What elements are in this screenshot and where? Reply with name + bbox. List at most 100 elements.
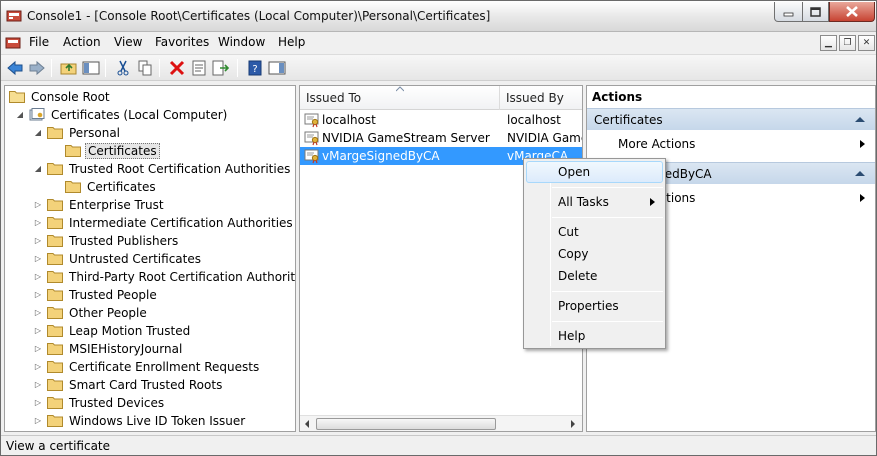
cut-button[interactable] (113, 58, 133, 78)
tree-item[interactable]: ▷ Enterprise Trust (33, 196, 166, 213)
maximize-button[interactable] (802, 2, 829, 22)
up-one-level-button[interactable] (59, 58, 79, 78)
context-properties[interactable]: Properties (526, 295, 663, 317)
tree-item-label: Console Root (31, 89, 110, 104)
menu-view[interactable]: View (114, 35, 142, 49)
collapse-up-icon[interactable] (855, 117, 865, 122)
minimize-button[interactable] (774, 2, 803, 22)
tree-item[interactable]: Certificates (51, 178, 158, 195)
collapse-up-icon[interactable] (855, 171, 865, 176)
expanded-triangle-icon[interactable]: ◢ (33, 164, 43, 174)
mdi-close-button[interactable]: ✕ (858, 35, 875, 51)
collapsed-triangle-icon[interactable]: ▷ (33, 380, 43, 390)
mdi-minimize-button[interactable]: ▁ (820, 35, 837, 51)
action-more-actions[interactable]: More Actions (587, 133, 875, 155)
expanded-triangle-icon[interactable]: ◢ (33, 128, 43, 138)
folder-icon (47, 126, 63, 139)
folder-icon (65, 144, 81, 157)
column-header-issued-by[interactable]: Issued By (500, 86, 582, 110)
tree-item[interactable]: ▷ Leap Motion Trusted (33, 322, 192, 339)
status-text: View a certificate (6, 439, 111, 453)
tree-item[interactable]: ◢ Certificates (Local Computer) (15, 106, 229, 123)
export-list-button[interactable] (211, 58, 231, 78)
close-button[interactable] (829, 2, 875, 22)
certificate-row[interactable]: NVIDIA GameStream Server NVIDIA GameS (300, 129, 582, 147)
forward-button[interactable] (27, 58, 47, 78)
tree-item-label: Leap Motion Trusted (69, 323, 191, 338)
copy-button[interactable] (135, 58, 155, 78)
folder-icon (47, 378, 63, 391)
context-cut[interactable]: Cut (526, 221, 663, 243)
context-copy[interactable]: Copy (526, 243, 663, 265)
collapsed-triangle-icon[interactable]: ▷ (33, 362, 43, 372)
menu-action[interactable]: Action (63, 35, 101, 49)
tree-item[interactable]: ▷ Smart Card Trusted Roots (33, 376, 224, 393)
tree-item[interactable]: ▷ Trusted People (33, 286, 159, 303)
expanded-triangle-icon[interactable]: ◢ (15, 110, 25, 120)
folder-icon (47, 216, 63, 229)
minimize-icon: ▁ (825, 38, 832, 48)
tree-item[interactable]: ◢ Trusted Root Certification Authorities (33, 160, 292, 177)
tree-item-label: Trusted Devices (69, 395, 165, 410)
tree-item[interactable]: ▷ Third-Party Root Certification Authorit… (33, 268, 295, 285)
tree-item[interactable]: ▷ MSIEHistoryJournal (33, 340, 184, 357)
menu-favorites[interactable]: Favorites (155, 35, 209, 49)
tree-item[interactable]: Console Root (9, 88, 112, 105)
tree-item[interactable]: ▷ Untrusted Certificates (33, 250, 203, 267)
collapsed-triangle-icon[interactable]: ▷ (33, 308, 43, 318)
tree-item[interactable]: ▷ Other People (33, 304, 149, 321)
collapsed-triangle-icon[interactable]: ▷ (33, 290, 43, 300)
tree-item-label: Certificates (85, 142, 160, 159)
menu-window[interactable]: Window (218, 35, 265, 49)
context-open[interactable]: Open (526, 161, 663, 183)
tree-item[interactable]: ▷ Trusted Publishers (33, 232, 180, 249)
tree-item[interactable]: ▷ Trusted Devices (33, 394, 166, 411)
console-menu-icon[interactable] (5, 35, 21, 51)
tree-item[interactable]: ▷ Intermediate Certification Authorities (33, 214, 295, 231)
show-hide-tree-button[interactable] (81, 58, 101, 78)
context-delete[interactable]: Delete (526, 265, 663, 287)
help-button[interactable]: ? (245, 58, 265, 78)
collapsed-triangle-icon[interactable]: ▷ (33, 398, 43, 408)
menu-file[interactable]: File (29, 35, 49, 49)
tree-item[interactable]: Certificates (51, 142, 160, 159)
tree-item-label: Trusted Publishers (69, 233, 179, 248)
menu-help[interactable]: Help (278, 35, 305, 49)
console-tree[interactable]: Console Root ◢ Certificates (Local Compute… (4, 85, 296, 432)
list-header: Issued To Issued By (300, 86, 582, 110)
folder-up-icon (60, 63, 77, 75)
actions-section-certificates[interactable]: Certificates (587, 108, 875, 130)
mdi-restore-button[interactable]: ❐ (839, 35, 856, 51)
context-menu: Open All Tasks Cut Copy Delete Propertie… (523, 158, 666, 349)
show-hide-action-pane-button[interactable] (267, 58, 287, 78)
context-all-tasks[interactable]: All Tasks (526, 191, 663, 213)
scroll-right-icon[interactable] (570, 420, 576, 428)
collapsed-triangle-icon[interactable]: ▷ (33, 344, 43, 354)
tree-item-label: Certificate Enrollment Requests (69, 359, 260, 374)
collapsed-triangle-icon[interactable]: ▷ (33, 326, 43, 336)
collapsed-triangle-icon[interactable]: ▷ (33, 272, 43, 282)
certificate-icon (304, 148, 320, 164)
scrollbar-thumb[interactable] (316, 418, 496, 430)
folder-icon (47, 396, 63, 409)
tree-item-label: Certificates (Local Computer) (51, 107, 228, 122)
back-button[interactable] (5, 58, 25, 78)
issued-by-cell: NVIDIA GameS (507, 131, 582, 145)
title-bar[interactable]: Console1 - [Console Root\Certificates (L… (1, 1, 876, 32)
tree-item[interactable]: ▷ Windows Live ID Token Issuer (33, 412, 247, 429)
scroll-left-icon[interactable] (304, 420, 310, 428)
column-header-issued-to[interactable]: Issued To (300, 86, 500, 110)
horizontal-scrollbar[interactable] (300, 415, 582, 431)
certificate-icon (304, 130, 320, 146)
tree-item[interactable]: ◢ Personal (33, 124, 122, 141)
certificate-row[interactable]: localhost localhost (300, 111, 582, 129)
tree-item[interactable]: ▷ Certificate Enrollment Requests (33, 358, 261, 375)
collapsed-triangle-icon[interactable]: ▷ (33, 416, 43, 426)
delete-button[interactable] (167, 58, 187, 78)
collapsed-triangle-icon[interactable]: ▷ (33, 254, 43, 264)
collapsed-triangle-icon[interactable]: ▷ (33, 218, 43, 228)
properties-button[interactable] (189, 58, 209, 78)
collapsed-triangle-icon[interactable]: ▷ (33, 200, 43, 210)
context-help[interactable]: Help (526, 325, 663, 347)
collapsed-triangle-icon[interactable]: ▷ (33, 236, 43, 246)
